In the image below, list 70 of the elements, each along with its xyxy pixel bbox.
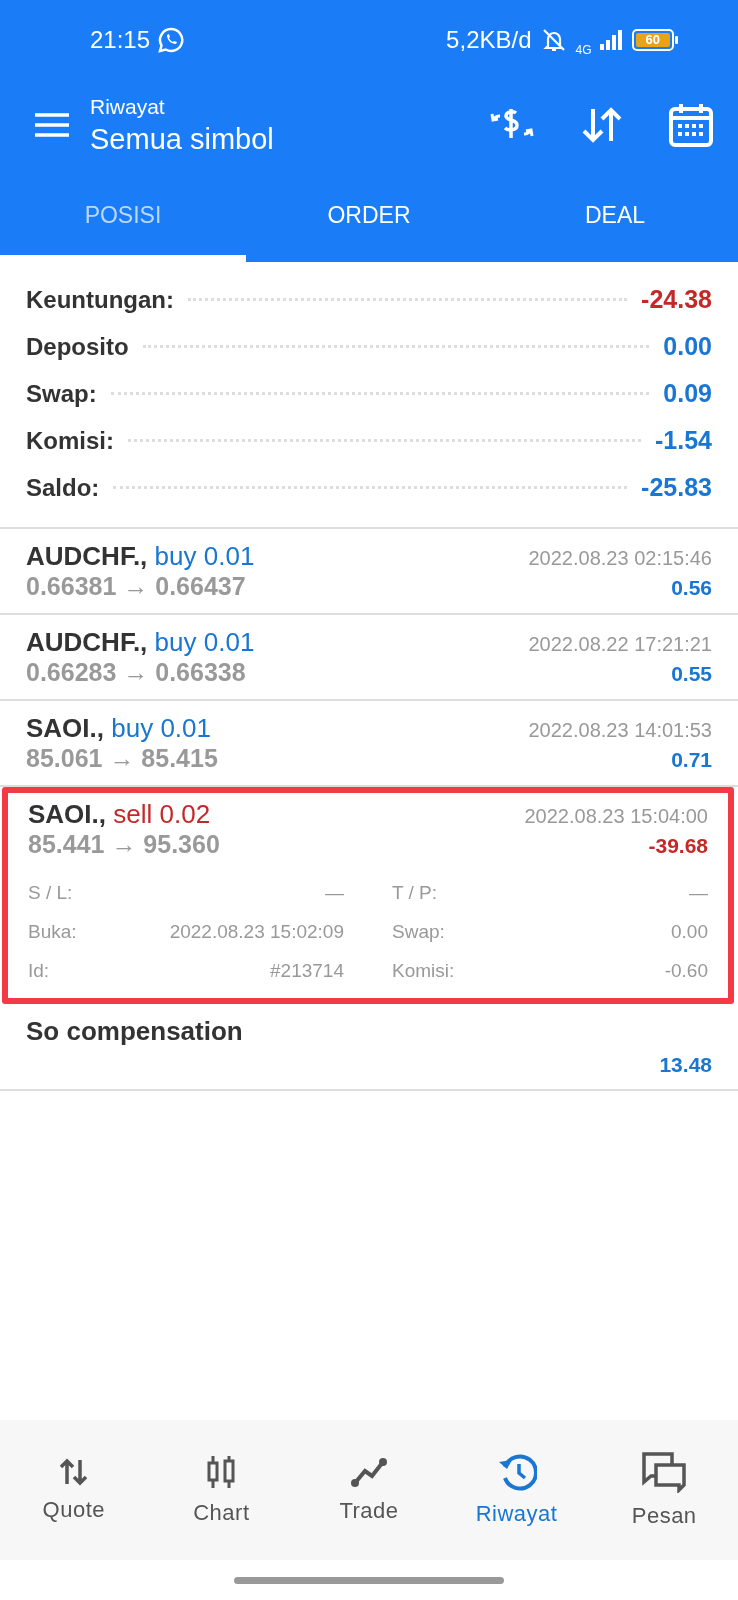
network-type: 4G bbox=[575, 43, 592, 57]
nav-item[interactable]: Pesan bbox=[590, 1450, 738, 1530]
nav-item[interactable]: Quote bbox=[0, 1456, 148, 1524]
summary-value: 0.09 bbox=[663, 379, 712, 408]
network-speed: 5,2KB/d bbox=[446, 26, 532, 54]
signal-icon bbox=[599, 30, 624, 50]
detail-value: — bbox=[689, 881, 708, 904]
summary-value: -25.83 bbox=[641, 473, 712, 502]
symbol-filter[interactable]: Semua simbol bbox=[90, 122, 488, 156]
chat-bubble-icon bbox=[158, 27, 185, 53]
chat-icon bbox=[641, 1451, 688, 1493]
summary-label: Deposito bbox=[26, 332, 129, 361]
home-indicator[interactable] bbox=[234, 1576, 504, 1584]
deal-volume: buy 0.01 bbox=[111, 713, 211, 743]
line-chart-icon bbox=[349, 1456, 389, 1488]
summary-label: Komisi: bbox=[26, 426, 114, 455]
deal-comment: So compensation bbox=[26, 1016, 243, 1047]
status-time: 21:15 bbox=[90, 26, 151, 54]
deal-volume: sell 0.02 bbox=[113, 799, 211, 829]
deal-profit: 0.55 bbox=[671, 662, 712, 686]
summary-label: Saldo: bbox=[26, 473, 100, 502]
detail-value: 0.00 bbox=[671, 920, 708, 943]
deal-profit: -39.68 bbox=[648, 834, 708, 858]
highlighted-deal[interactable]: SAOI., sell 0.02 2022.08.23 15:04:00 85.441 → 95.360 -39.68 S / L: — T / P: — Buka: 2022.08.23 15:02:09 Swap: 0.00 Id: #213714 Komisi: -0.60 bbox=[2, 787, 734, 1004]
sort-arrows-icon bbox=[57, 1457, 90, 1487]
tab[interactable]: DEAL bbox=[492, 170, 738, 262]
deal-profit: 0.56 bbox=[671, 576, 712, 600]
deal-symbol: AUDCHF., bbox=[26, 541, 149, 571]
nav-item[interactable]: Riwayat bbox=[442, 1452, 591, 1528]
nav-item[interactable]: Chart bbox=[147, 1453, 296, 1527]
deal-time: 2022.08.23 02:15:46 bbox=[528, 547, 712, 570]
summary-value: -24.38 bbox=[641, 285, 712, 314]
calendar-icon[interactable] bbox=[668, 102, 714, 148]
detail-label: Swap: bbox=[392, 920, 445, 943]
deal-prices: 0.66283 → 0.66338 bbox=[26, 658, 246, 687]
detail-label: Komisi: bbox=[392, 959, 455, 982]
deal-profit: 0.71 bbox=[671, 748, 712, 772]
summary-value: -1.54 bbox=[655, 426, 712, 455]
detail-value: 2022.08.23 15:02:09 bbox=[169, 920, 344, 943]
deal-symbol: SAOI., bbox=[26, 713, 105, 743]
tab[interactable]: ORDER bbox=[246, 170, 492, 262]
deal-symbol: AUDCHF., bbox=[26, 627, 149, 657]
sort-arrows-icon[interactable] bbox=[580, 106, 624, 144]
deal-profit: 13.48 bbox=[659, 1053, 712, 1077]
nav-item[interactable]: Trade bbox=[295, 1455, 443, 1525]
deal-time: 2022.08.22 17:21:21 bbox=[528, 633, 712, 656]
deal-row[interactable]: AUDCHF., buy 0.01 2022.08.23 02:15:46 0.66381 → 0.66437 0.56 bbox=[0, 529, 738, 615]
deal-prices: 0.66381 → 0.66437 bbox=[26, 572, 246, 601]
screen-subtitle: Riwayat bbox=[90, 94, 166, 119]
detail-label: S / L: bbox=[28, 881, 73, 904]
deal-row[interactable]: AUDCHF., buy 0.01 2022.08.22 17:21:21 0.66283 → 0.66338 0.55 bbox=[0, 615, 738, 701]
detail-label: T / P: bbox=[392, 881, 438, 904]
detail-value: -0.60 bbox=[664, 959, 708, 982]
deal-row[interactable]: So compensation 13.48 bbox=[0, 1004, 738, 1091]
detail-value: #213714 bbox=[270, 959, 344, 982]
deal-prices: 85.061 → 85.415 bbox=[26, 744, 218, 773]
menu-icon[interactable] bbox=[34, 112, 70, 138]
detail-value: — bbox=[325, 881, 344, 904]
summary-label: Keuntungan: bbox=[26, 285, 174, 314]
deal-volume: buy 0.01 bbox=[154, 627, 255, 657]
detail-label: Buka: bbox=[28, 920, 77, 943]
deal-row[interactable]: SAOI., buy 0.01 2022.08.23 14:01:53 85.061 → 85.415 0.71 bbox=[0, 701, 738, 787]
deal-volume: buy 0.01 bbox=[154, 541, 255, 571]
deal-time: 2022.08.23 14:01:53 bbox=[528, 719, 712, 742]
summary-label: Swap: bbox=[26, 379, 97, 408]
deal-prices: 85.441 → 95.360 bbox=[28, 830, 220, 859]
summary-value: 0.00 bbox=[663, 332, 712, 361]
deal-symbol: SAOI., bbox=[28, 799, 107, 829]
detail-label: Id: bbox=[28, 959, 50, 982]
deal-time: 2022.08.23 15:04:00 bbox=[524, 805, 708, 828]
